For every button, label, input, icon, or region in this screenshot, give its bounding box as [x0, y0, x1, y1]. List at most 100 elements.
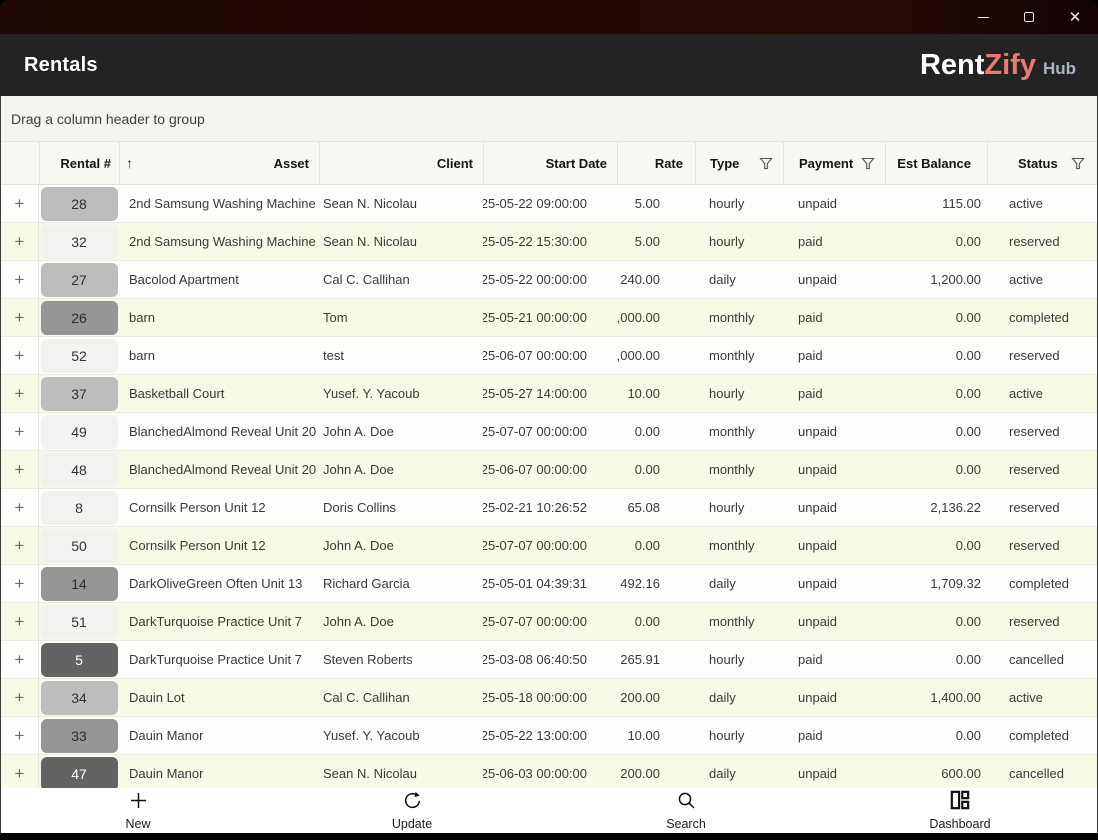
column-header-start-date[interactable]: Start Date: [483, 142, 617, 184]
expand-row-button[interactable]: +: [15, 232, 25, 252]
expand-row-button[interactable]: +: [15, 688, 25, 708]
filter-icon[interactable]: [861, 157, 875, 170]
est-balance-cell: 0.00: [885, 337, 987, 374]
table-row[interactable]: +322nd Samsung Washing MachineSean N. Ni…: [1, 223, 1097, 261]
rental-number-badge: 34: [41, 681, 118, 715]
header-gutter: [1, 142, 39, 184]
minimize-button[interactable]: [960, 0, 1006, 34]
expand-row-button[interactable]: +: [15, 194, 25, 214]
est-balance-cell: 0.00: [885, 451, 987, 488]
row-gutter-cell: +: [1, 185, 39, 222]
start-date-cell: 2025-05-22 13:00:00: [483, 717, 617, 754]
start-date-cell: 2025-05-18 00:00:00: [483, 679, 617, 716]
expand-row-button[interactable]: +: [15, 308, 25, 328]
row-gutter-cell: +: [1, 717, 39, 754]
filter-icon[interactable]: [759, 157, 773, 170]
expand-row-button[interactable]: +: [15, 536, 25, 556]
close-button[interactable]: ✕: [1052, 0, 1098, 34]
rental-number-cell: 47: [39, 755, 119, 788]
expand-row-button[interactable]: +: [15, 346, 25, 366]
plus-icon: [129, 791, 148, 815]
start-date-cell: 2025-05-01 04:39:31: [483, 565, 617, 602]
est-balance-cell: 2,136.22: [885, 489, 987, 526]
expand-row-button[interactable]: +: [15, 650, 25, 670]
rate-cell: 492.16: [617, 565, 695, 602]
table-row[interactable]: +14DarkOliveGreen Often Unit 13Richard G…: [1, 565, 1097, 603]
table-row[interactable]: +34Dauin LotCal C. Callihan2025-05-18 00…: [1, 679, 1097, 717]
expand-row-button[interactable]: +: [15, 726, 25, 746]
client-cell: test: [319, 337, 483, 374]
expand-row-button[interactable]: +: [15, 270, 25, 290]
type-cell: hourly: [695, 375, 783, 412]
column-header-type[interactable]: Type: [695, 142, 783, 184]
type-cell: daily: [695, 679, 783, 716]
grid-area: Drag a column header to group Rental # ↑…: [0, 96, 1098, 788]
start-date-cell: 2025-05-22 09:00:00: [483, 185, 617, 222]
table-row[interactable]: +52barntest2025-06-07 00:00:001,000.00mo…: [1, 337, 1097, 375]
est-balance-cell: 1,400.00: [885, 679, 987, 716]
client-cell: Sean N. Nicolau: [319, 223, 483, 260]
table-row[interactable]: +48BlanchedAlmond Reveal Unit 20John A. …: [1, 451, 1097, 489]
table-row[interactable]: +51DarkTurquoise Practice Unit 7John A. …: [1, 603, 1097, 641]
rate-cell: 10.00: [617, 375, 695, 412]
table-row[interactable]: +27Bacolod ApartmentCal C. Callihan2025-…: [1, 261, 1097, 299]
row-gutter-cell: +: [1, 755, 39, 788]
table-row[interactable]: +33Dauin ManorYusef. Y. Yacoub2025-05-22…: [1, 717, 1097, 755]
filter-icon[interactable]: [1071, 157, 1085, 170]
row-gutter-cell: +: [1, 261, 39, 298]
row-gutter-cell: +: [1, 679, 39, 716]
rental-number-badge: 5: [41, 643, 118, 677]
table-row[interactable]: +49BlanchedAlmond Reveal Unit 20John A. …: [1, 413, 1097, 451]
asset-cell: DarkTurquoise Practice Unit 7: [119, 603, 319, 640]
payment-cell: unpaid: [783, 679, 885, 716]
table-row[interactable]: +37Basketball CourtYusef. Y. Yacoub2025-…: [1, 375, 1097, 413]
column-header-asset[interactable]: ↑ Asset: [119, 142, 319, 184]
expand-row-button[interactable]: +: [15, 422, 25, 442]
expand-row-button[interactable]: +: [15, 764, 25, 784]
row-gutter-cell: +: [1, 299, 39, 336]
table-row[interactable]: +47Dauin ManorSean N. Nicolau2025-06-03 …: [1, 755, 1097, 788]
est-balance-cell: 1,200.00: [885, 261, 987, 298]
column-header-rental[interactable]: Rental #: [39, 142, 119, 184]
start-date-cell: 2025-05-22 15:30:00: [483, 223, 617, 260]
payment-cell: unpaid: [783, 261, 885, 298]
table-header: Rental # ↑ Asset Client Start Date Rate …: [1, 141, 1097, 185]
table-row[interactable]: +282nd Samsung Washing MachineSean N. Ni…: [1, 185, 1097, 223]
rate-cell: 65.08: [617, 489, 695, 526]
new-button[interactable]: New: [1, 788, 275, 833]
rental-number-cell: 33: [39, 717, 119, 754]
est-balance-cell: 0.00: [885, 717, 987, 754]
asset-cell: BlanchedAlmond Reveal Unit 20: [119, 451, 319, 488]
table-row[interactable]: +8Cornsilk Person Unit 12Doris Collins20…: [1, 489, 1097, 527]
status-cell: active: [987, 375, 1097, 412]
expand-row-button[interactable]: +: [15, 460, 25, 480]
asset-cell: barn: [119, 337, 319, 374]
status-cell: reserved: [987, 489, 1097, 526]
column-header-client[interactable]: Client: [319, 142, 483, 184]
column-header-status[interactable]: Status: [987, 142, 1097, 184]
dashboard-button[interactable]: Dashboard: [823, 788, 1097, 833]
table-row[interactable]: +26barnTom2025-05-21 00:00:001,000.00mon…: [1, 299, 1097, 337]
client-cell: John A. Doe: [319, 413, 483, 450]
table-row[interactable]: +5DarkTurquoise Practice Unit 7Steven Ro…: [1, 641, 1097, 679]
column-header-rate[interactable]: Rate: [617, 142, 695, 184]
rental-number-cell: 49: [39, 413, 119, 450]
expand-row-button[interactable]: +: [15, 612, 25, 632]
maximize-button[interactable]: [1006, 0, 1052, 34]
column-header-est-balance[interactable]: Est Balance: [885, 142, 987, 184]
update-button[interactable]: Update: [275, 788, 549, 833]
start-date-cell: 2025-05-22 00:00:00: [483, 261, 617, 298]
column-header-payment[interactable]: Payment: [783, 142, 885, 184]
expand-row-button[interactable]: +: [15, 498, 25, 518]
app-logo: RentZifyHub: [920, 49, 1076, 82]
expand-row-button[interactable]: +: [15, 574, 25, 594]
table-row[interactable]: +50Cornsilk Person Unit 12John A. Doe202…: [1, 527, 1097, 565]
asset-cell: BlanchedAlmond Reveal Unit 20: [119, 413, 319, 450]
search-button[interactable]: Search: [549, 788, 823, 833]
group-by-panel[interactable]: Drag a column header to group: [1, 96, 1097, 141]
rental-number-badge: 8: [41, 491, 118, 525]
rental-number-badge: 48: [41, 453, 118, 487]
type-cell: hourly: [695, 641, 783, 678]
expand-row-button[interactable]: +: [15, 384, 25, 404]
asset-cell: Dauin Lot: [119, 679, 319, 716]
